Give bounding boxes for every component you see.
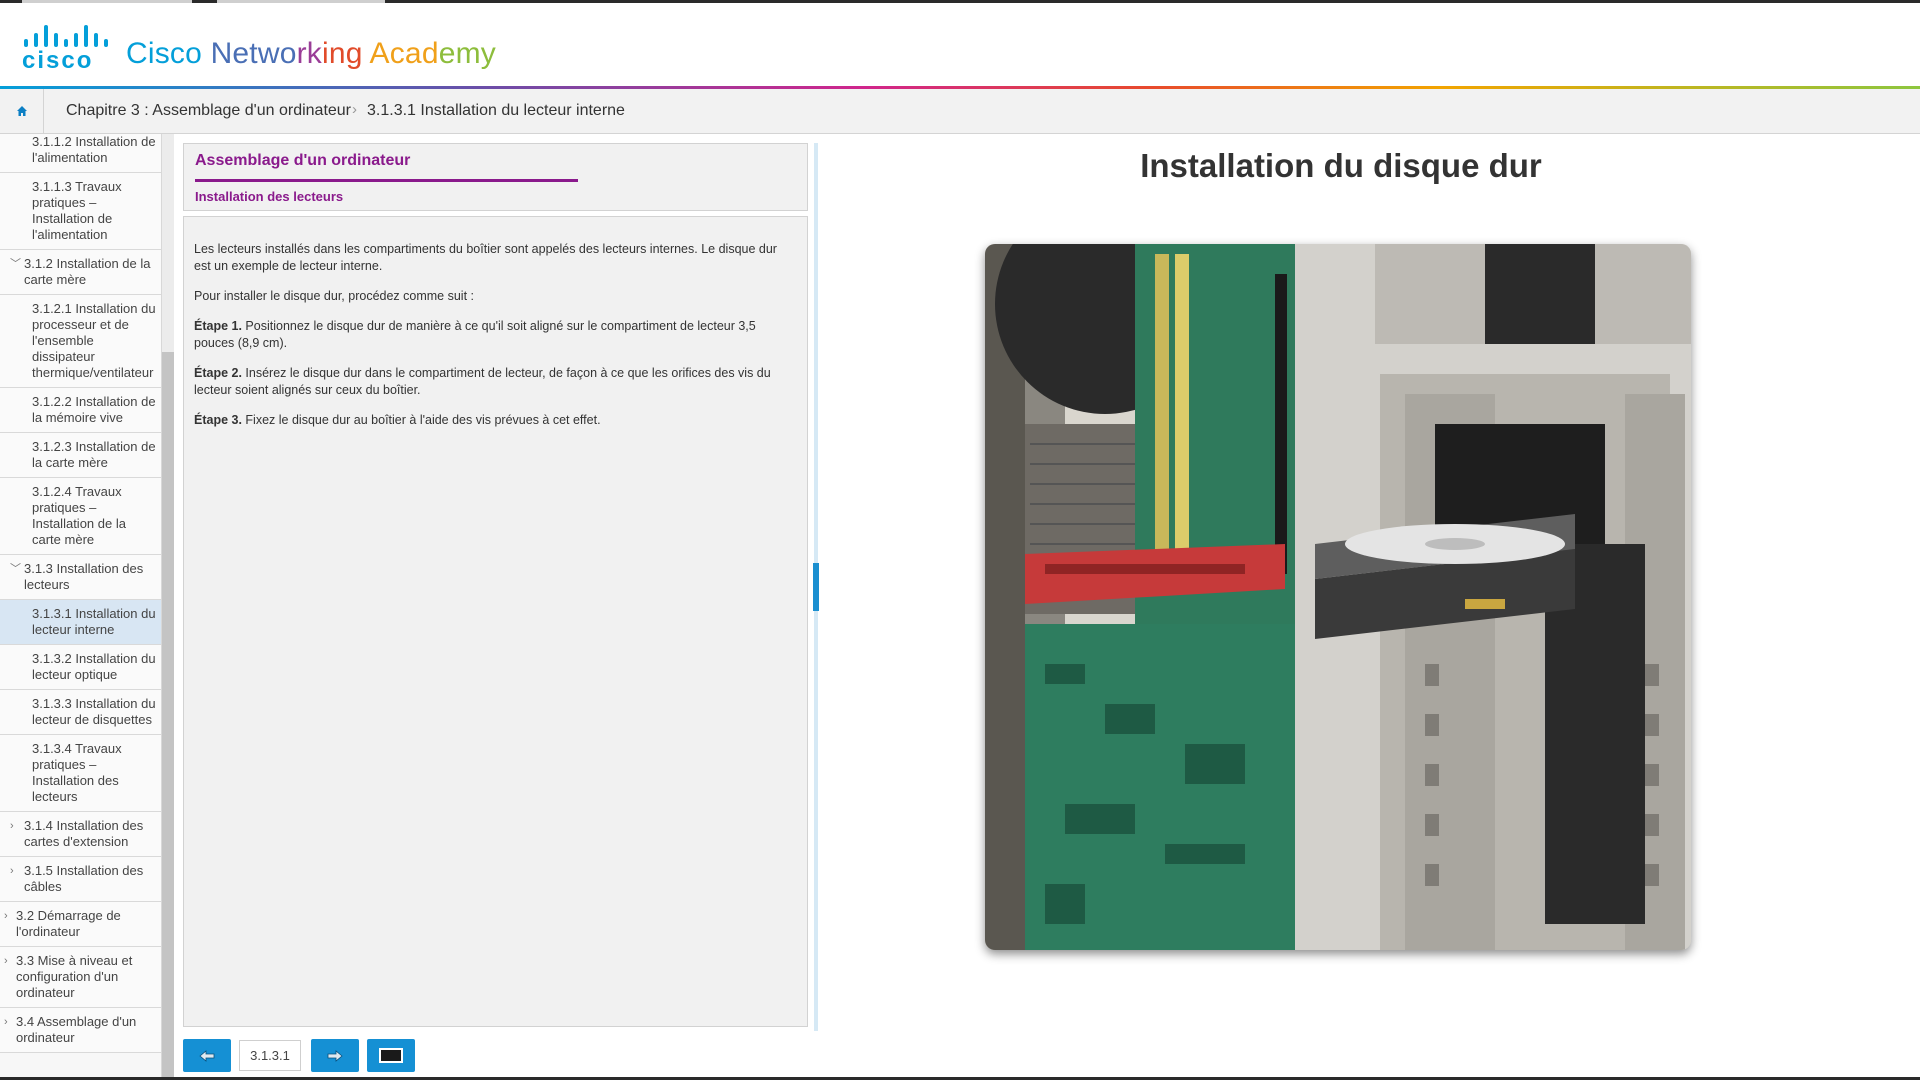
toc-item[interactable]: 3.1.2.3 Installation de la carte mère [0,433,161,478]
toc-item-label: 3.1.2.4 Travaux pratiques – Installation… [32,484,126,547]
page-indicator: 3.1.3.1 [239,1040,301,1071]
step-2-label: Étape 2. [194,366,242,380]
cisco-wordmark: cisco [22,47,94,74]
toc-item-label: 3.2 Démarrage de l'ordinateur [16,908,121,939]
toc-item-label: 3.1.2 Installation de la carte mère [24,256,151,287]
toc-item[interactable]: › 3.2 Démarrage de l'ordinateur [0,902,161,947]
toc-item-label: 3.1.3.2 Installation du lecteur optique [32,651,156,682]
panel-subtitle: Installation des lecteurs [195,189,344,204]
photo-illustration [985,244,1691,950]
academy-title-part: Acad [362,37,439,70]
toc-item-label: 3.1.2.2 Installation de la mémoire vive [32,394,156,425]
arrow-left-icon [199,1049,215,1062]
breadcrumb: Chapitre 3 : Assemblage d'un ordinateur … [0,89,1920,134]
home-icon [16,106,27,116]
breadcrumb-current[interactable]: 3.1.3.1 Installation du lecteur interne [367,102,625,120]
toc-item-label: 3.3 Mise à niveau et configuration d'un … [16,953,133,1000]
toc-item[interactable]: › 3.3 Mise à niveau et configuration d'un… [0,947,161,1008]
next-button[interactable] [311,1039,359,1072]
sidebar-scrollbar-thumb[interactable] [162,352,174,1078]
step-3: Étape 3. Fixez le disque dur au boîtier … [194,412,795,429]
step-3-text: Fixez le disque dur au boîtier à l'aide … [245,413,601,427]
arrow-right-icon [327,1049,343,1062]
toc-item[interactable]: 3.1.3.1 Installation du lecteur interne [0,600,161,645]
toc-item[interactable]: ﹀ 3.1.2 Installation de la carte mère [0,250,161,295]
breadcrumb-separator: › [352,101,357,118]
academy-title-part: rk [296,37,322,70]
toc-item[interactable]: › 3.4 Assemblage d'un ordinateur [0,1008,161,1053]
academy-title-part: ing [322,37,363,70]
site-header: cisco Cisco Networking Academy [0,3,1920,89]
toc-item[interactable]: 3.1.2.1 Installation du processeur et de… [0,295,161,388]
chevron-right-icon: › [10,820,14,832]
step-2: Étape 2. Insérez le disque dur dans le c… [194,365,795,399]
toc-item-label: 3.1.2.1 Installation du processeur et de… [32,301,156,380]
previous-button[interactable] [183,1039,231,1072]
chevron-down-icon: ﹀ [10,258,21,270]
toc-item-label: 3.1.3 Installation des lecteurs [24,561,144,592]
split-divider-handle[interactable] [813,563,819,611]
toc-item[interactable]: 3.1.3.2 Installation du lecteur optique [0,645,161,690]
cisco-bars-icon [24,25,108,47]
step-1-text: Positionnez le disque dur de manière à c… [194,319,756,350]
screen-icon [379,1048,403,1063]
hard-drive-installation-photo [985,244,1691,950]
step-3-label: Étape 3. [194,413,242,427]
toc-item[interactable]: 3.1.1.3 Travaux pratiques – Installation… [0,173,161,250]
toc-item[interactable]: ﹀ 3.1.3 Installation des lecteurs [0,555,161,600]
academy-title-part: emy [438,37,496,70]
panel-title-rule [195,179,578,182]
chevron-right-icon: › [4,955,8,967]
toc-item-label: 3.1.4 Installation des cartes d'extensio… [24,818,144,849]
academy-title-part: Cisco [126,37,211,70]
toc-item[interactable]: 3.1.1.2 Installation de l'alimentation [0,134,161,173]
step-2-text: Insérez le disque dur dans le compartime… [194,366,771,397]
intro-paragraph: Les lecteurs installés dans les comparti… [194,242,777,273]
chevron-right-icon: › [10,865,14,877]
toc-item[interactable]: 3.1.3.3 Installation du lecteur de disqu… [0,690,161,735]
toc-item-label: 3.1.3.1 Installation du lecteur interne [32,606,156,637]
academy-title: Cisco Networking Academy [126,37,496,71]
toc-list: 3.1.1.2 Installation de l'alimentation 3.… [0,134,161,1053]
panel-body: Les lecteurs installés dans les comparti… [183,216,808,1027]
table-of-contents: 3.1.1.2 Installation de l'alimentation 3.… [0,134,162,1078]
toc-item-label: 3.1.1.3 Travaux pratiques – Installation… [32,179,122,242]
toc-item[interactable]: 3.1.2.4 Travaux pratiques – Installation… [0,478,161,555]
toc-item[interactable]: › 3.1.5 Installation des câbles [0,857,161,902]
academy-title-part: Netwo [210,37,297,70]
chevron-right-icon: › [4,1016,8,1028]
toc-item-label: 3.1.3.4 Travaux pratiques – Installation… [32,741,122,804]
home-button[interactable] [0,89,44,133]
chevron-down-icon: ﹀ [10,563,21,575]
toc-item[interactable]: 3.1.2.2 Installation de la mémoire vive [0,388,161,433]
toc-item[interactable]: 3.1.3.4 Travaux pratiques – Installation… [0,735,161,812]
media-button[interactable] [367,1039,415,1072]
step-1-label: Étape 1. [194,319,242,333]
lead-paragraph: Pour installer le disque dur, procédez c… [194,289,474,303]
cisco-logo[interactable]: cisco [22,25,112,74]
step-1: Étape 1. Positionnez le disque dur de ma… [194,318,795,352]
toc-item-label: 3.1.5 Installation des câbles [24,863,144,894]
toc-item-label: 3.1.2.3 Installation de la carte mère [32,439,156,470]
toc-item-label: 3.1.3.3 Installation du lecteur de disqu… [32,696,156,727]
content-heading: Installation du disque dur [1140,147,1542,184]
chevron-right-icon: › [4,910,8,922]
panel-header: Assemblage d'un ordinateur Installation … [183,143,808,211]
panel-title: Assemblage d'un ordinateur [195,152,411,169]
toc-item-label: 3.4 Assemblage d'un ordinateur [16,1014,137,1045]
toc-item-label: 3.1.1.2 Installation de l'alimentation [32,134,156,165]
breadcrumb-chapter[interactable]: Chapitre 3 : Assemblage d'un ordinateur [66,102,351,120]
toc-item[interactable]: › 3.1.4 Installation des cartes d'extensi… [0,812,161,857]
